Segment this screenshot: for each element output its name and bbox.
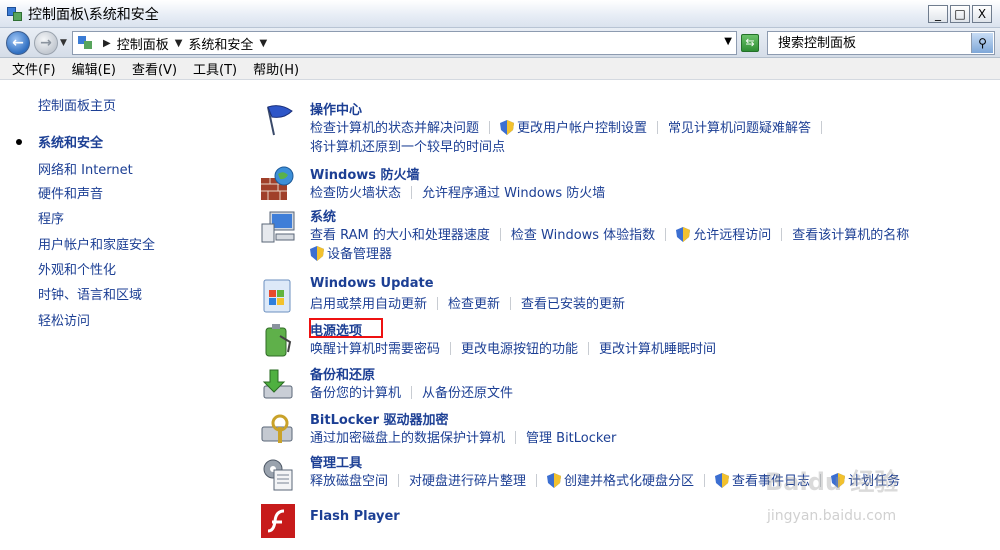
uac-shield-icon: [831, 473, 846, 488]
search-box[interactable]: ⚲: [767, 31, 995, 55]
chevron-down-icon[interactable]: ▼: [175, 38, 183, 49]
chevron-right-icon[interactable]: ▶: [103, 38, 111, 49]
back-button[interactable]: ←: [6, 30, 30, 55]
menu-tools[interactable]: 工具(T): [185, 59, 245, 78]
uac-shield-icon: [715, 473, 730, 488]
computer-icon: [261, 211, 295, 243]
search-icon[interactable]: ⚲: [971, 33, 993, 53]
backup-icon: [262, 369, 293, 399]
sidebar-item-system-security[interactable]: 系统和安全: [38, 132, 103, 151]
link-troubleshooting[interactable]: 常见计算机问题疑难解答: [668, 121, 811, 136]
menu-edit[interactable]: 编辑(E): [64, 59, 124, 78]
minimize-button[interactable]: _: [928, 5, 948, 23]
sidebar-item-programs[interactable]: 程序: [38, 208, 64, 227]
battery-icon: [265, 324, 292, 357]
control-panel-icon: [77, 35, 95, 51]
address-bar: ← → ▼ ▶ 控制面板 ▼ 系统和安全 ▼ ▼ ⇆ ⚲: [0, 28, 1000, 58]
uac-shield-icon: [547, 473, 562, 488]
admin-tools-icon: [263, 459, 293, 491]
main-content: 操作中心 检查计算机的状态并解决问题 更改用户帐户控制设置 常见计算机问题疑难解答 …: [240, 81, 1000, 550]
firewall-icon: [261, 166, 294, 200]
link-uac-settings[interactable]: 更改用户帐户控制设置: [517, 121, 647, 136]
link-remote-access[interactable]: 允许远程访问: [693, 228, 771, 243]
link-schedule-tasks[interactable]: 计划任务: [848, 474, 900, 489]
link-view-ram[interactable]: 查看 RAM 的大小和处理器速度: [310, 228, 490, 243]
search-input[interactable]: [768, 33, 968, 53]
bitlocker-icon: [261, 414, 293, 443]
control-panel-icon: [6, 5, 24, 23]
link-wake-password[interactable]: 唤醒计算机时需要密码: [310, 342, 440, 357]
link-backup-computer[interactable]: 备份您的计算机: [310, 386, 401, 401]
sidebar-item-user-accounts[interactable]: 用户帐户和家庭安全: [38, 234, 155, 253]
maximize-button[interactable]: □: [950, 5, 970, 23]
category-title[interactable]: Flash Player: [310, 509, 400, 524]
breadcrumb-system-security[interactable]: 系统和安全: [188, 34, 253, 53]
refresh-button[interactable]: ⇆: [741, 34, 759, 52]
close-button[interactable]: X: [972, 5, 992, 23]
menu-file[interactable]: 文件(F): [4, 59, 64, 78]
chevron-down-icon[interactable]: ▼: [259, 38, 267, 49]
link-system-restore[interactable]: 将计算机还原到一个较早的时间点: [310, 140, 505, 155]
link-check-status[interactable]: 检查计算机的状态并解决问题: [310, 121, 479, 136]
category-title[interactable]: 备份和还原: [310, 364, 375, 383]
category-title[interactable]: Windows 防火墙: [310, 164, 420, 183]
category-title[interactable]: 管理工具: [310, 452, 362, 471]
link-computer-name[interactable]: 查看该计算机的名称: [792, 228, 909, 243]
forward-button[interactable]: →: [34, 30, 58, 55]
link-restore-files[interactable]: 从备份还原文件: [422, 386, 513, 401]
control-panel-home-link[interactable]: 控制面板主页: [38, 95, 116, 114]
category-title[interactable]: BitLocker 驱动器加密: [310, 409, 449, 428]
bullet-icon: [16, 139, 22, 145]
forward-arrow-icon: →: [40, 34, 52, 51]
address-dropdown-icon[interactable]: ▼: [724, 36, 732, 47]
link-allow-program[interactable]: 允许程序通过 Windows 防火墙: [422, 186, 605, 201]
link-power-button[interactable]: 更改电源按钮的功能: [461, 342, 578, 357]
sidebar-item-appearance[interactable]: 外观和个性化: [38, 259, 116, 278]
link-experience-index[interactable]: 检查 Windows 体验指数: [511, 228, 655, 243]
category-title[interactable]: Windows Update: [310, 276, 434, 291]
link-defragment[interactable]: 对硬盘进行碎片整理: [409, 474, 526, 489]
uac-shield-icon: [310, 246, 324, 261]
highlight-box: [309, 318, 383, 338]
breadcrumb[interactable]: ▶ 控制面板 ▼ 系统和安全 ▼ ▼: [72, 31, 737, 55]
back-arrow-icon: ←: [12, 34, 24, 51]
link-create-partitions[interactable]: 创建并格式化硬盘分区: [564, 474, 694, 489]
link-auto-update[interactable]: 启用或禁用自动更新: [310, 297, 427, 312]
uac-shield-icon: [676, 227, 691, 242]
sidebar-item-clock-language[interactable]: 时钟、语言和区域: [38, 284, 142, 303]
category-title[interactable]: 系统: [310, 206, 336, 225]
category-title[interactable]: 操作中心: [310, 99, 362, 118]
windows-update-icon: [263, 279, 291, 313]
link-event-logs[interactable]: 查看事件日志: [732, 474, 810, 489]
menu-bar: 文件(F) 编辑(E) 查看(V) 工具(T) 帮助(H): [0, 58, 1000, 80]
title-bar: 控制面板\系统和安全 _ □ X: [0, 0, 1000, 28]
uac-shield-icon: [500, 120, 515, 135]
flash-icon: [261, 504, 295, 538]
sidebar-item-network[interactable]: 网络和 Internet: [38, 159, 133, 178]
link-encrypt-disk[interactable]: 通过加密磁盘上的数据保护计算机: [310, 431, 505, 446]
left-nav-pane: 控制面板主页 系统和安全 网络和 Internet 硬件和声音 程序 用户帐户和…: [0, 81, 240, 550]
link-device-manager[interactable]: 设备管理器: [327, 247, 392, 262]
menu-view[interactable]: 查看(V): [124, 59, 185, 78]
flag-icon: [267, 105, 293, 136]
menu-help[interactable]: 帮助(H): [245, 59, 307, 78]
link-sleep-time[interactable]: 更改计算机睡眠时间: [599, 342, 716, 357]
breadcrumb-control-panel[interactable]: 控制面板: [117, 34, 169, 53]
recent-pages-dropdown-icon[interactable]: ▼: [60, 38, 67, 48]
link-check-updates[interactable]: 检查更新: [448, 297, 500, 312]
window-title: 控制面板\系统和安全: [28, 6, 159, 23]
link-disk-cleanup[interactable]: 释放磁盘空间: [310, 474, 388, 489]
link-firewall-status[interactable]: 检查防火墙状态: [310, 186, 401, 201]
link-installed-updates[interactable]: 查看已安装的更新: [521, 297, 625, 312]
sidebar-item-hardware-sound[interactable]: 硬件和声音: [38, 183, 103, 202]
sidebar-item-ease-of-access[interactable]: 轻松访问: [38, 310, 90, 329]
link-manage-bitlocker[interactable]: 管理 BitLocker: [526, 431, 616, 446]
